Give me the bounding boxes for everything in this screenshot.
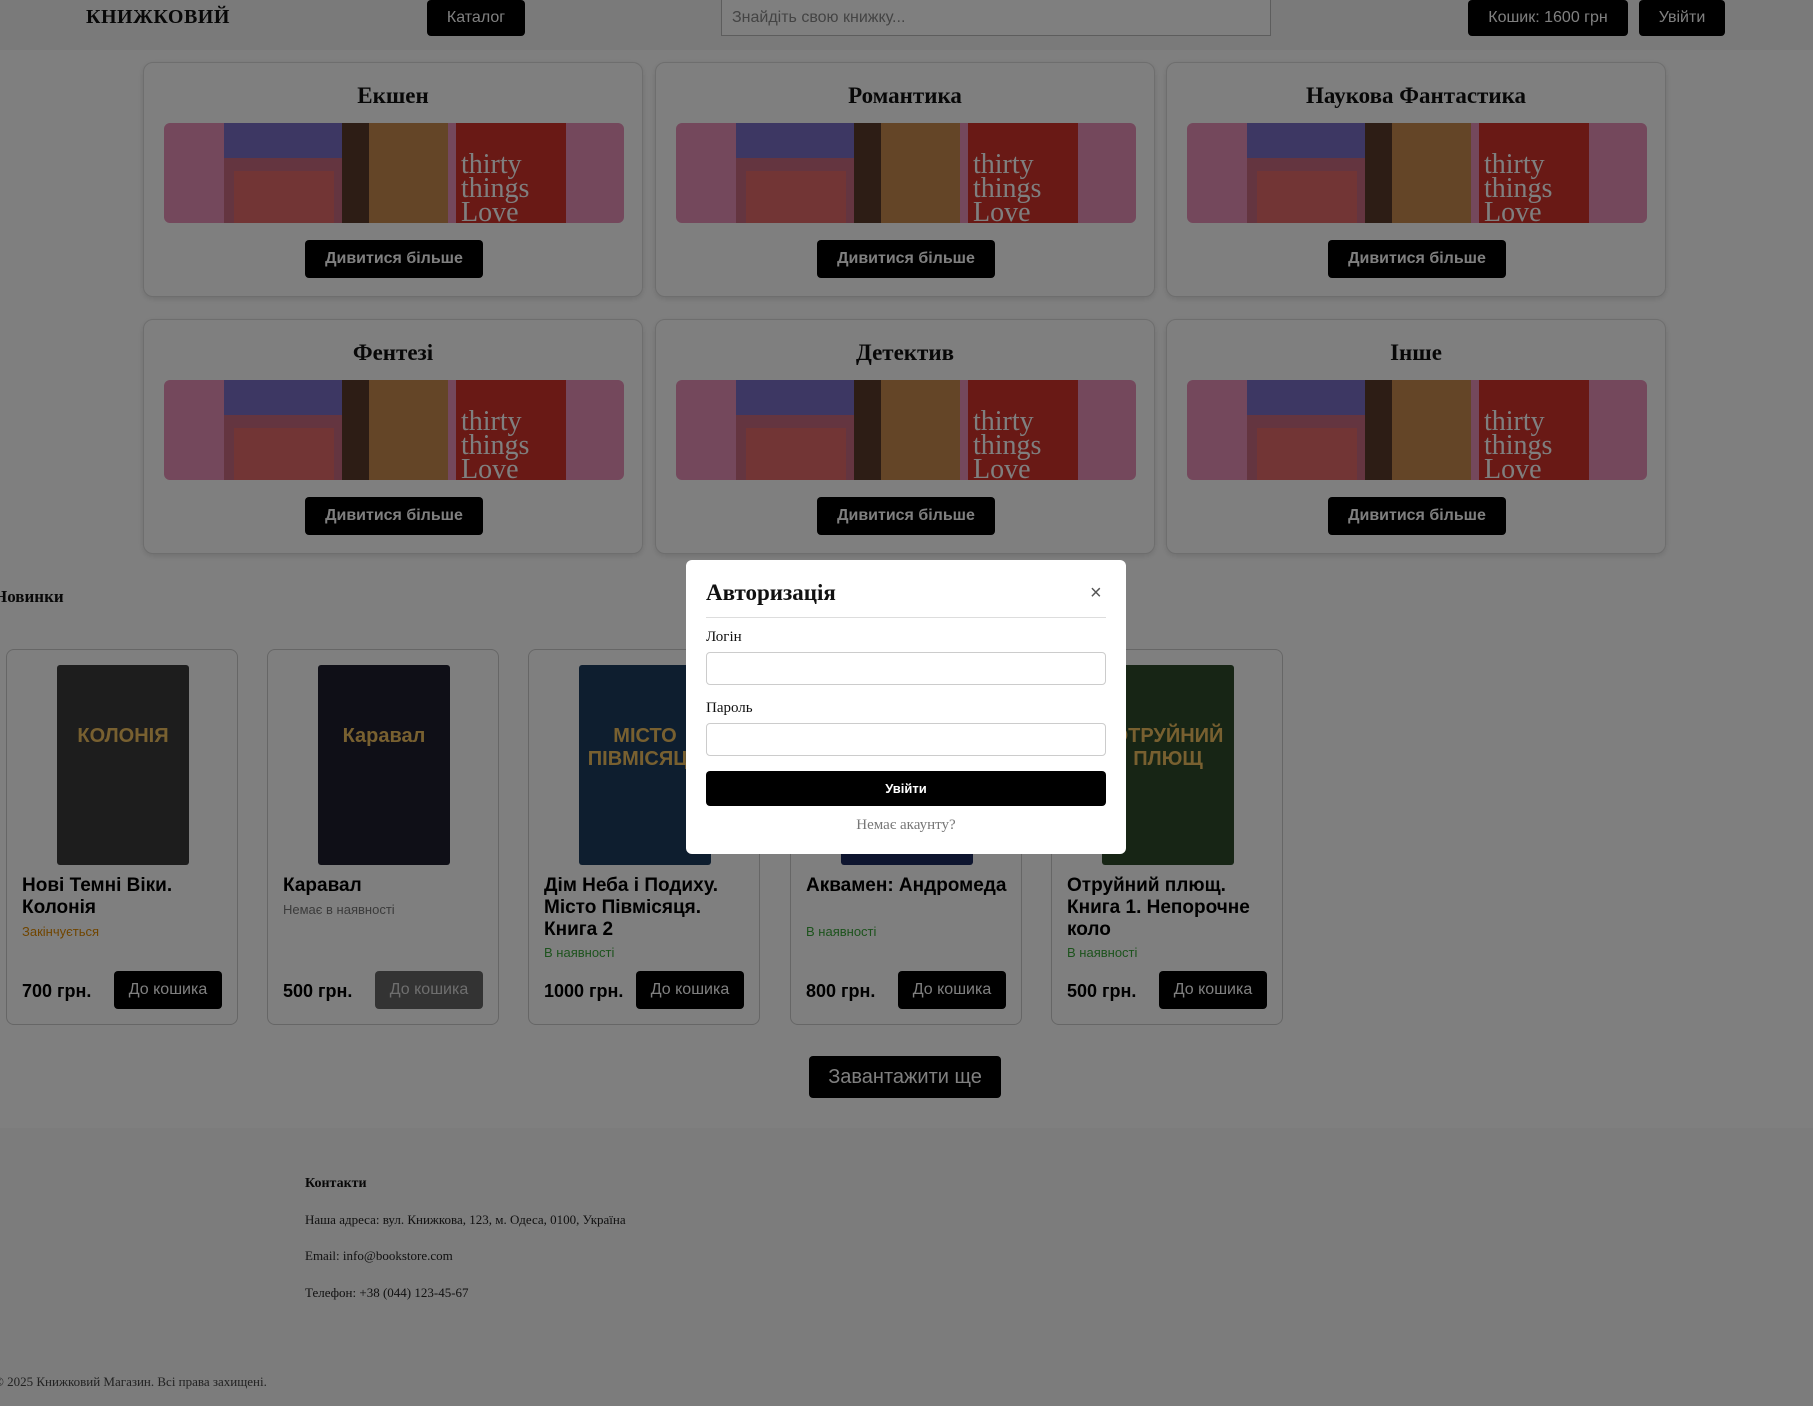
login-field[interactable] bbox=[706, 652, 1106, 685]
modal-title: Авторизація bbox=[706, 580, 836, 605]
close-icon[interactable]: × bbox=[1090, 582, 1102, 605]
modal-divider bbox=[706, 617, 1106, 618]
password-field[interactable] bbox=[706, 723, 1106, 756]
auth-modal: Авторизація × Логін Пароль Увійти Немає … bbox=[686, 560, 1126, 854]
register-link[interactable]: Немає акаунту? bbox=[686, 817, 1126, 834]
login-label: Логін bbox=[706, 629, 742, 645]
submit-login-button[interactable]: Увійти bbox=[706, 771, 1106, 806]
password-label: Пароль bbox=[706, 700, 753, 716]
